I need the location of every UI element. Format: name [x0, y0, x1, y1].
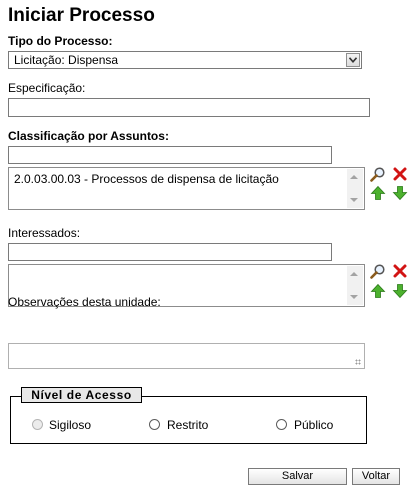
radio-sigiloso-label: Sigiloso [49, 418, 92, 432]
save-button[interactable]: Salvar [248, 468, 347, 485]
move-up-icon[interactable] [370, 283, 386, 299]
search-icon[interactable] [370, 166, 386, 182]
remove-icon[interactable] [392, 166, 408, 182]
radio-restrito[interactable] [149, 419, 160, 430]
observacoes-label: Observações desta unidade: [8, 295, 161, 309]
move-down-icon[interactable] [392, 283, 408, 299]
especificacao-input[interactable] [8, 98, 370, 117]
interessados-search-input[interactable] [8, 243, 332, 261]
move-down-icon[interactable] [392, 185, 408, 201]
classificacao-label: Classificação por Assuntos: [8, 129, 169, 143]
tipo-processo-select[interactable]: Licitação: Dispensa [8, 51, 362, 69]
list-item[interactable]: 2.0.03.00.03 - Processos de dispensa de … [14, 172, 279, 186]
remove-icon[interactable] [392, 263, 408, 279]
radio-sigiloso[interactable] [32, 419, 43, 430]
back-button[interactable]: Voltar [352, 468, 400, 485]
search-icon[interactable] [370, 263, 386, 279]
radio-publico[interactable] [276, 419, 287, 430]
classificacao-search-input[interactable] [8, 146, 332, 164]
especificacao-label: Especificação: [8, 81, 86, 95]
interessados-label: Interessados: [8, 226, 81, 240]
observacoes-textarea[interactable] [8, 343, 365, 369]
tipo-processo-value: Licitação: Dispensa [14, 53, 119, 67]
page-title: Iniciar Processo [8, 5, 155, 26]
scrollbar[interactable] [347, 169, 363, 208]
classificacao-list[interactable]: 2.0.03.00.03 - Processos de dispensa de … [8, 167, 365, 210]
move-up-icon[interactable] [370, 185, 386, 201]
radio-restrito-label: Restrito [167, 418, 209, 432]
resize-grip-icon[interactable] [355, 359, 361, 365]
tipo-processo-label: Tipo do Processo: [8, 34, 113, 48]
nivel-acesso-legend: Nível de Acesso [21, 387, 142, 403]
radio-publico-label: Público [294, 418, 334, 432]
scrollbar[interactable] [347, 266, 363, 305]
chevron-down-icon[interactable] [346, 53, 360, 67]
